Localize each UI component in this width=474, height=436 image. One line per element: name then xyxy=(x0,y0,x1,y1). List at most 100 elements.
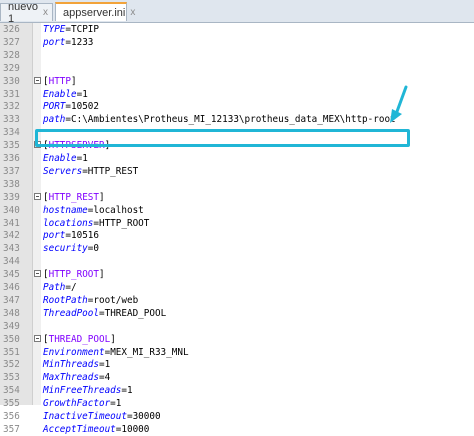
line-number: 336 xyxy=(3,152,29,165)
highlight-box xyxy=(35,129,410,147)
code-line[interactable]: 348 ThreadPool=THREAD_POOL xyxy=(0,307,474,320)
fold-toggle-icon[interactable] xyxy=(34,193,41,200)
code-line[interactable]: 329 xyxy=(0,62,474,75)
code-line[interactable]: 354MinFreeThreads=1 xyxy=(0,384,474,397)
code-line[interactable]: 357AcceptTimeout=10000 xyxy=(0,423,474,436)
line-text: MaxThreads=4 xyxy=(43,371,110,384)
ini-key: MaxThreads xyxy=(43,372,99,383)
code-line[interactable]: 328 xyxy=(0,49,474,62)
ini-key: InactiveTimeout xyxy=(43,411,127,422)
line-text: ThreadPool=THREAD_POOL xyxy=(43,307,166,320)
code-line[interactable]: 339[HTTP_REST] xyxy=(0,191,474,204)
code-line[interactable]: 340hostname=localhost xyxy=(0,204,474,217)
code-line[interactable]: 344 xyxy=(0,255,474,268)
code-line[interactable]: 345[HTTP_ROOT] xyxy=(0,268,474,281)
line-text: InactiveTimeout=30000 xyxy=(43,410,161,423)
code-line[interactable]: 353 MaxThreads=4 xyxy=(0,371,474,384)
line-text: PORT=10502 xyxy=(43,100,99,113)
tab-nuevo-1[interactable]: nuevo 1 x xyxy=(0,3,53,21)
line-text: TYPE=TCPIP xyxy=(43,23,99,36)
line-text: MinFreeThreads=1 xyxy=(43,384,133,397)
line-number: 327 xyxy=(3,36,29,49)
code-line[interactable]: 327port=1233 xyxy=(0,36,474,49)
ini-value: 30000 xyxy=(133,411,161,422)
ini-value: TCPIP xyxy=(71,24,99,35)
ini-key: MinFreeThreads xyxy=(43,385,121,396)
ini-value: root/web xyxy=(93,295,138,306)
tab-bar: nuevo 1 x appserver.ini x xyxy=(0,0,474,23)
code-line[interactable]: 337Servers=HTTP_REST xyxy=(0,165,474,178)
line-number: 356 xyxy=(3,410,29,423)
ini-key: port xyxy=(43,37,65,48)
ini-key: GrowthFactor xyxy=(43,398,110,409)
line-number: 335 xyxy=(3,139,29,152)
line-number: 337 xyxy=(3,165,29,178)
line-text: [THREAD_POOL] xyxy=(43,333,116,346)
line-number: 343 xyxy=(3,242,29,255)
ini-value: 0 xyxy=(93,243,99,254)
line-number: 350 xyxy=(3,333,29,346)
fold-toggle-icon[interactable] xyxy=(34,77,41,84)
tab-label: appserver.ini xyxy=(63,7,125,19)
code-line[interactable]: 349 xyxy=(0,320,474,333)
line-number: 331 xyxy=(3,88,29,101)
line-number: 333 xyxy=(3,113,29,126)
code-line[interactable]: 336 Enable=1 xyxy=(0,152,474,165)
line-text: Environment=MEX_MI_R33_MNL xyxy=(43,346,189,359)
ini-value: 10516 xyxy=(71,230,99,241)
line-number: 355 xyxy=(3,397,29,410)
bracket: ] xyxy=(110,334,116,345)
tab-label: nuevo 1 xyxy=(8,1,38,25)
ini-key: MinThreads xyxy=(43,359,99,370)
ini-value: MEX_MI_R33_MNL xyxy=(110,347,188,358)
ini-key: path xyxy=(43,114,65,125)
code-line[interactable]: 341 locations=HTTP_ROOT xyxy=(0,217,474,230)
code-line[interactable]: 351Environment=MEX_MI_R33_MNL xyxy=(0,346,474,359)
code-line[interactable]: 350 [THREAD_POOL] xyxy=(0,333,474,346)
code-line[interactable]: 356 InactiveTimeout=30000 xyxy=(0,410,474,423)
line-text: GrowthFactor=1 xyxy=(43,397,121,410)
close-icon[interactable]: x xyxy=(43,7,48,18)
line-text: [HTTP] xyxy=(43,75,77,88)
bracket: ] xyxy=(99,192,105,203)
ini-key: Environment xyxy=(43,347,105,358)
ini-key: PORT xyxy=(43,101,65,112)
ini-value: HTTP_REST xyxy=(88,166,138,177)
ini-value: 1 xyxy=(116,398,122,409)
editor[interactable]: 326TYPE=TCPIP327port=1233328329330[HTTP]… xyxy=(0,23,474,405)
code-line[interactable]: 352MinThreads=1 xyxy=(0,358,474,371)
line-number: 341 xyxy=(3,217,29,230)
line-number: 330 xyxy=(3,75,29,88)
code-line[interactable]: 346Path=/ xyxy=(0,281,474,294)
code-line[interactable]: 338 xyxy=(0,178,474,191)
code-line[interactable]: 355 GrowthFactor=1 xyxy=(0,397,474,410)
close-icon[interactable]: x xyxy=(130,7,135,18)
fold-toggle-icon[interactable] xyxy=(34,335,41,342)
fold-toggle-icon[interactable] xyxy=(34,270,41,277)
ini-value: 1 xyxy=(105,359,111,370)
code-line[interactable]: 347RootPath=root/web xyxy=(0,294,474,307)
ini-key: port xyxy=(43,230,65,241)
line-number: 353 xyxy=(3,371,29,384)
line-text: hostname=localhost xyxy=(43,204,144,217)
code-line[interactable]: 343security=0 xyxy=(0,242,474,255)
code-line[interactable]: 342port=10516 xyxy=(0,229,474,242)
ini-key: security xyxy=(43,243,88,254)
ini-value: 1 xyxy=(82,89,88,100)
section-name: HTTP_REST xyxy=(49,192,99,203)
line-text: port=10516 xyxy=(43,229,99,242)
line-number: 328 xyxy=(3,49,29,62)
code-line[interactable]: 326TYPE=TCPIP xyxy=(0,23,474,36)
arrow-icon xyxy=(388,85,410,125)
tab-appserver-ini[interactable]: appserver.ini x xyxy=(55,2,127,21)
line-text: Enable=1 xyxy=(43,152,88,165)
ini-key: ThreadPool xyxy=(43,308,99,319)
ini-value: localhost xyxy=(93,205,143,216)
ini-key: RootPath xyxy=(43,295,88,306)
line-number: 344 xyxy=(3,255,29,268)
ini-value: THREAD_POOL xyxy=(105,308,167,319)
line-text: path=C:\Ambientes\Protheus_MI_12133\prot… xyxy=(43,113,396,126)
line-number: 348 xyxy=(3,307,29,320)
line-text: locations=HTTP_ROOT xyxy=(43,217,149,230)
ini-value: 4 xyxy=(105,372,111,383)
